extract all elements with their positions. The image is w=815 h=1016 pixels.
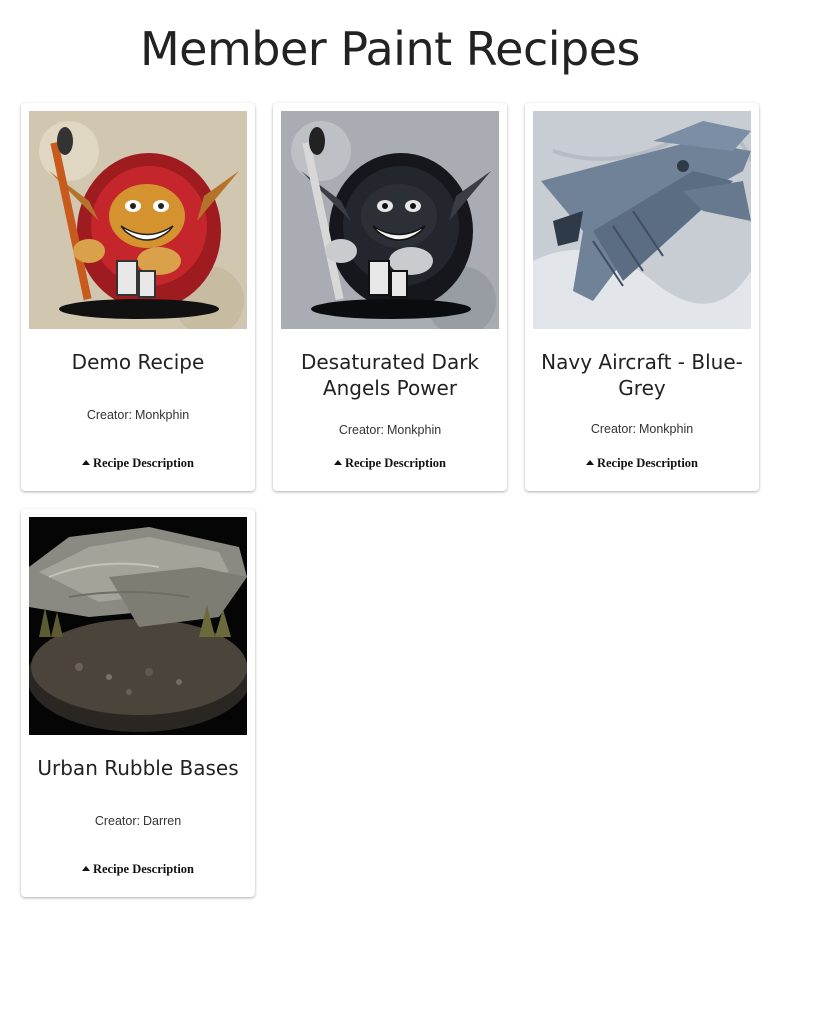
recipe-description-label: Recipe Description xyxy=(344,456,447,470)
recipe-description-label: Recipe Description xyxy=(596,456,699,470)
creator-label: Creator: xyxy=(338,423,384,437)
page-title: Member Paint Recipes xyxy=(139,22,641,76)
recipe-image[interactable] xyxy=(29,111,247,329)
recipe-description-toggle[interactable]: Recipe Description xyxy=(21,456,255,471)
recipe-description-label: Recipe Description xyxy=(92,456,195,470)
recipe-card[interactable]: Navy Aircraft - Blue-Grey Creator: Monkph… xyxy=(525,103,759,491)
creator-name: Monkphin xyxy=(386,423,442,437)
recipe-card[interactable]: Urban Rubble Bases Creator: Darren Recipe… xyxy=(21,509,255,897)
recipe-card[interactable]: Demo Recipe Creator: Monkphin Recipe Desc… xyxy=(21,103,255,491)
creator-line: Creator: Monkphin xyxy=(21,408,255,422)
creator-label: Creator: xyxy=(86,408,132,422)
creator-name: Monkphin xyxy=(134,408,190,422)
recipe-title[interactable]: Navy Aircraft - Blue-Grey xyxy=(535,349,749,401)
recipe-title[interactable]: Desaturated Dark Angels Power xyxy=(283,349,497,401)
creator-label: Creator: xyxy=(94,814,140,828)
caret-up-icon xyxy=(333,460,342,465)
caret-up-icon xyxy=(81,866,90,871)
creator-line: Creator: Monkphin xyxy=(525,422,759,436)
creator-label: Creator: xyxy=(590,422,636,436)
creator-line: Creator: Monkphin xyxy=(273,423,507,437)
recipe-image[interactable] xyxy=(281,111,499,329)
recipe-description-toggle[interactable]: Recipe Description xyxy=(21,862,255,877)
recipe-description-toggle[interactable]: Recipe Description xyxy=(273,456,507,471)
recipe-card[interactable]: Desaturated Dark Angels Power Creator: Mo… xyxy=(273,103,507,491)
recipe-image[interactable] xyxy=(29,517,247,735)
recipe-image[interactable] xyxy=(533,111,751,329)
recipe-description-toggle[interactable]: Recipe Description xyxy=(525,456,759,471)
creator-line: Creator: Darren xyxy=(21,814,255,828)
creator-name: Darren xyxy=(142,814,182,828)
creator-name: Monkphin xyxy=(638,422,694,436)
caret-up-icon xyxy=(585,460,594,465)
recipe-title[interactable]: Urban Rubble Bases xyxy=(31,755,245,781)
caret-up-icon xyxy=(81,460,90,465)
recipe-description-label: Recipe Description xyxy=(92,862,195,876)
recipe-title[interactable]: Demo Recipe xyxy=(31,349,245,375)
